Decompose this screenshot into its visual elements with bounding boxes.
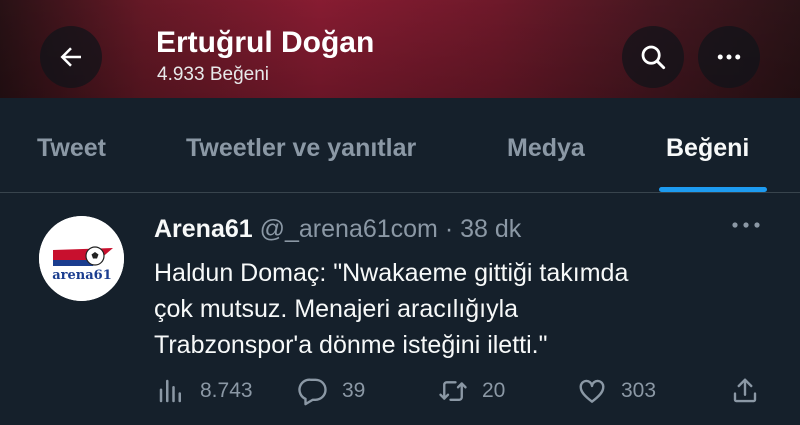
- retweet-count: 20: [482, 379, 506, 402]
- more-button[interactable]: [698, 26, 760, 88]
- like-count: 303: [621, 379, 657, 402]
- tab-media[interactable]: Medya: [507, 134, 585, 163]
- tweet-header: Arena61 @_arena61com · 38 dk: [154, 215, 521, 244]
- tab-tweets-and-replies[interactable]: Tweetler ve yanıtlar: [186, 134, 416, 163]
- author-name[interactable]: Arena61: [154, 215, 253, 243]
- reply-icon: [298, 378, 327, 406]
- tab-likes[interactable]: Beğeni: [666, 134, 749, 163]
- separator-dot: ·: [444, 215, 454, 243]
- tweet-item[interactable]: arena61 Arena61 @_arena61com · 38 dk Hal…: [0, 193, 800, 425]
- arena61-logo: arena61: [39, 216, 124, 301]
- reply-button[interactable]: 39: [298, 373, 365, 409]
- svg-text:arena61: arena61: [52, 268, 112, 283]
- reply-count: 39: [342, 379, 366, 402]
- tweet-text-line: Trabzonspor'a dönme isteğini iletti.": [154, 331, 548, 359]
- more-icon: [717, 54, 741, 60]
- avatar[interactable]: arena61: [39, 216, 124, 301]
- profile-tabs: Tweet Tweetler ve yanıtlar Medya Beğeni: [0, 98, 800, 193]
- share-icon: [733, 378, 757, 403]
- search-button[interactable]: [622, 26, 684, 88]
- views-count: 8.743: [200, 379, 253, 402]
- tweet-more-icon[interactable]: [730, 219, 762, 231]
- tweet-actions: 8.743 39 20 303: [0, 373, 800, 409]
- tweet-text: Haldun Domaç: "Nwakaeme gittiği takımda …: [154, 255, 754, 363]
- back-button[interactable]: [40, 26, 102, 88]
- like-icon: [579, 379, 605, 403]
- views-button[interactable]: 8.743: [156, 373, 253, 409]
- tweet-text-line: çok mutsuz. Menajeri aracılığıyla: [154, 295, 519, 323]
- tweet-time[interactable]: 38 dk: [460, 215, 521, 243]
- author-handle[interactable]: @_arena61com: [260, 215, 438, 243]
- like-button[interactable]: 303: [577, 373, 656, 409]
- profile-name: Ertuğrul Doğan: [156, 26, 375, 59]
- back-arrow-icon: [60, 47, 81, 67]
- tweet-text-line: Haldun Domaç: "Nwakaeme gittiği takımda: [154, 259, 629, 287]
- share-button[interactable]: [730, 373, 760, 409]
- views-icon: [159, 379, 181, 403]
- search-icon: [641, 45, 666, 70]
- tab-tweet[interactable]: Tweet: [37, 134, 106, 163]
- retweet-button[interactable]: 20: [438, 373, 505, 409]
- retweet-icon: [439, 381, 467, 401]
- likes-count: 4.933 Beğeni: [157, 64, 269, 85]
- active-tab-indicator: [659, 187, 767, 192]
